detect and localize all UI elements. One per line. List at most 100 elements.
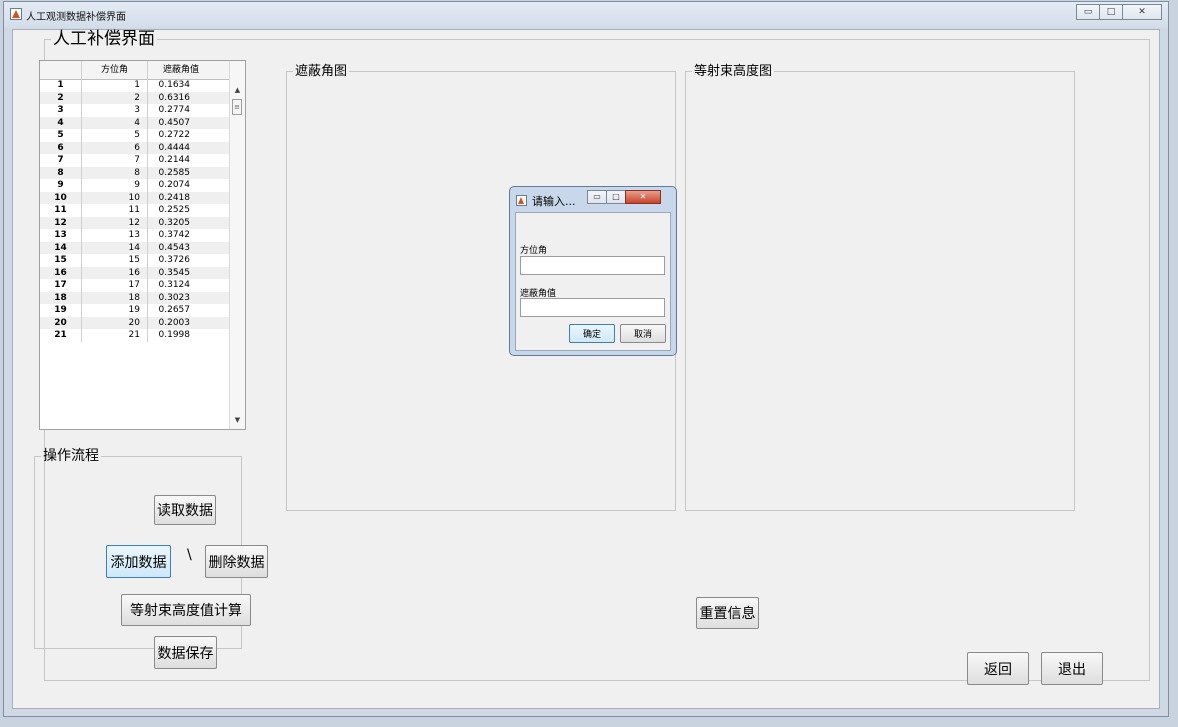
- azimuth-cell[interactable]: 16: [82, 266, 148, 279]
- shade-angle-input[interactable]: [520, 298, 665, 317]
- table-row[interactable]: 6 6 0.4444: [40, 141, 229, 155]
- azimuth-cell[interactable]: 4: [82, 116, 148, 129]
- row-number: 10: [40, 191, 82, 204]
- shade-angle-cell[interactable]: 0.2074: [148, 179, 214, 192]
- table-row[interactable]: 15 15 0.3726: [40, 254, 229, 267]
- data-table[interactable]: 方位角 遮蔽角值 1 1 0.1634 2 2 0.6316 3 3 0.2774 4 4 0.450…: [39, 60, 246, 430]
- close-button[interactable]: ✕: [1122, 4, 1162, 20]
- shade-angle-cell[interactable]: 0.1634: [148, 79, 214, 92]
- table-row[interactable]: 12 12 0.3205: [40, 216, 229, 230]
- table-row[interactable]: 21 21 0.1998: [40, 329, 229, 342]
- add-data-button[interactable]: 添加数据: [106, 545, 171, 578]
- shade-angle-cell[interactable]: 0.2722: [148, 129, 214, 142]
- save-data-button[interactable]: 数据保存: [154, 636, 217, 669]
- dialog-body: 方位角 遮蔽角值 确定 取消: [515, 212, 671, 351]
- azimuth-cell[interactable]: 1: [82, 79, 148, 92]
- shade-angle-cell[interactable]: 0.3726: [148, 254, 214, 267]
- read-data-button[interactable]: 读取数据: [154, 495, 216, 525]
- table-row[interactable]: 10 10 0.2418: [40, 191, 229, 205]
- table-row[interactable]: 16 16 0.3545: [40, 266, 229, 280]
- shade-angle-cell[interactable]: 0.2657: [148, 304, 214, 317]
- shade-angle-cell[interactable]: 0.3545: [148, 267, 214, 280]
- shade-angle-cell[interactable]: 0.4543: [148, 242, 214, 255]
- table-row[interactable]: 5 5 0.2722: [40, 129, 229, 142]
- azimuth-cell[interactable]: 19: [82, 304, 148, 317]
- azimuth-input[interactable]: [520, 256, 665, 275]
- shade-angle-cell[interactable]: 0.2525: [148, 204, 214, 217]
- azimuth-cell[interactable]: 7: [82, 154, 148, 167]
- azimuth-cell[interactable]: 12: [82, 216, 148, 229]
- dialog-minimize-button[interactable]: ▭: [587, 190, 607, 204]
- azimuth-cell[interactable]: 15: [82, 254, 148, 267]
- table-row[interactable]: 17 17 0.3124: [40, 279, 229, 292]
- dialog-close-button[interactable]: ✕: [625, 190, 661, 204]
- maximize-button[interactable]: □: [1099, 4, 1123, 20]
- dialog-window-controls: ▭ □ ✕: [587, 190, 661, 204]
- shade-angle-cell[interactable]: 0.2418: [148, 192, 214, 205]
- shade-angle-cell[interactable]: 0.2774: [148, 104, 214, 117]
- table-row[interactable]: 11 11 0.2525: [40, 204, 229, 217]
- shade-angle-cell[interactable]: 0.1998: [148, 329, 214, 342]
- table-row[interactable]: 8 8 0.2585: [40, 166, 229, 180]
- azimuth-cell[interactable]: 21: [82, 329, 148, 342]
- back-button[interactable]: 返回: [967, 652, 1029, 685]
- exit-button[interactable]: 退出: [1041, 652, 1103, 685]
- table-row[interactable]: 14 14 0.4543: [40, 241, 229, 255]
- scroll-up-icon[interactable]: ▲: [230, 83, 245, 97]
- azimuth-cell[interactable]: 3: [82, 104, 148, 117]
- table-row[interactable]: 2 2 0.6316: [40, 91, 229, 105]
- table-row[interactable]: 1 1 0.1634: [40, 79, 229, 92]
- delete-data-button[interactable]: 删除数据: [205, 545, 268, 578]
- shade-angle-cell[interactable]: 0.6316: [148, 92, 214, 105]
- column-header-azimuth[interactable]: 方位角: [82, 61, 148, 79]
- shade-angle-cell[interactable]: 0.3205: [148, 217, 214, 230]
- azimuth-cell[interactable]: 14: [82, 241, 148, 254]
- row-number: 17: [40, 279, 82, 292]
- table-row[interactable]: 18 18 0.3023: [40, 291, 229, 305]
- shade-angle-cell[interactable]: 0.2144: [148, 154, 214, 167]
- cancel-button[interactable]: 取消: [620, 324, 666, 343]
- table-row[interactable]: 4 4 0.4507: [40, 116, 229, 130]
- azimuth-cell[interactable]: 6: [82, 141, 148, 154]
- dialog-maximize-button[interactable]: □: [606, 190, 626, 204]
- table-row[interactable]: 20 20 0.2003: [40, 316, 229, 330]
- minimize-button[interactable]: ▭: [1076, 4, 1100, 20]
- azimuth-cell[interactable]: 17: [82, 279, 148, 292]
- azimuth-cell[interactable]: 8: [82, 166, 148, 179]
- table-row[interactable]: 3 3 0.2774: [40, 104, 229, 117]
- shade-angle-cell[interactable]: 0.3742: [148, 229, 214, 242]
- row-number: 20: [40, 316, 82, 329]
- table-row[interactable]: 9 9 0.2074: [40, 179, 229, 192]
- column-header-shade-angle[interactable]: 遮蔽角值: [148, 61, 214, 79]
- shade-angle-cell[interactable]: 0.3124: [148, 279, 214, 292]
- scroll-down-icon[interactable]: ▼: [230, 413, 245, 427]
- confirm-button[interactable]: 确定: [569, 324, 615, 343]
- azimuth-cell[interactable]: 9: [82, 179, 148, 192]
- azimuth-cell[interactable]: 20: [82, 316, 148, 329]
- main-window: 人工观测数据补偿界面 ▭ □ ✕ 人工补偿界面 方位角 遮蔽角值 1 1 0.163…: [3, 1, 1169, 717]
- azimuth-cell[interactable]: 18: [82, 291, 148, 304]
- row-number: 15: [40, 254, 82, 267]
- input-dialog: 请输入... ▭ □ ✕ 方位角 遮蔽角值 确定 取消: [509, 186, 677, 356]
- azimuth-cell[interactable]: 5: [82, 129, 148, 142]
- table-row[interactable]: 13 13 0.3742: [40, 229, 229, 242]
- scroll-thumb[interactable]: ≡: [232, 99, 242, 115]
- title-bar[interactable]: 人工观测数据补偿界面 ▭ □ ✕: [4, 2, 1168, 28]
- table-row[interactable]: 7 7 0.2144: [40, 154, 229, 167]
- shade-angle-cell[interactable]: 0.4444: [148, 142, 214, 155]
- azimuth-cell[interactable]: 11: [82, 204, 148, 217]
- reset-info-button[interactable]: 重置信息: [696, 597, 759, 629]
- azimuth-cell[interactable]: 2: [82, 91, 148, 104]
- shade-angle-cell[interactable]: 0.4507: [148, 117, 214, 130]
- azimuth-cell[interactable]: 10: [82, 191, 148, 204]
- minimize-icon: ▭: [593, 192, 601, 201]
- shade-angle-cell[interactable]: 0.2585: [148, 167, 214, 180]
- compute-beam-height-button[interactable]: 等射束高度值计算: [121, 594, 251, 626]
- table-row[interactable]: 19 19 0.2657: [40, 304, 229, 317]
- shade-angle-cell[interactable]: 0.2003: [148, 317, 214, 330]
- azimuth-cell[interactable]: 13: [82, 229, 148, 242]
- dialog-title[interactable]: 请输入...: [532, 193, 576, 209]
- row-number: 11: [40, 204, 82, 217]
- shade-angle-cell[interactable]: 0.3023: [148, 292, 214, 305]
- table-scrollbar[interactable]: ▲ ≡ ▼: [229, 61, 245, 429]
